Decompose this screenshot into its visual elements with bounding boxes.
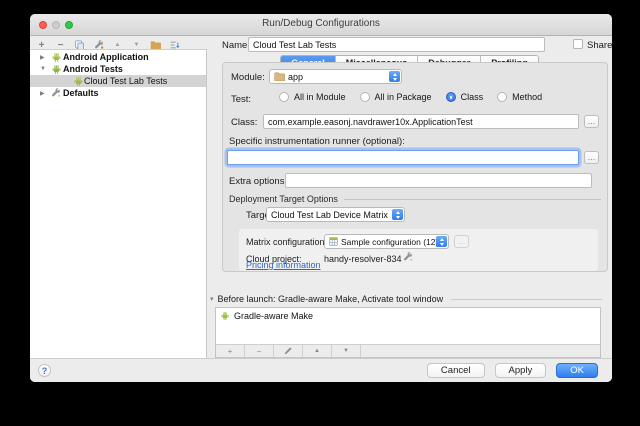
apply-button[interactable]: Apply <box>495 363 547 378</box>
class-browse-button[interactable]: … <box>584 115 599 128</box>
before-launch-header[interactable]: ▾ Before launch: Gradle-aware Make, Acti… <box>210 294 602 304</box>
radio-icon[interactable] <box>279 92 289 102</box>
runner-browse-button[interactable]: … <box>584 151 599 164</box>
ok-button[interactable]: OK <box>556 363 598 378</box>
remove-task-button[interactable]: − <box>245 345 274 357</box>
dialog-footer: ? Cancel Apply OK <box>30 358 612 382</box>
cloud-project-value: handy-resolver-834 <box>324 254 402 264</box>
collapse-icon[interactable]: ▾ <box>210 295 214 303</box>
before-launch-toolbar: + − ▲ ▼ <box>216 344 600 357</box>
expander-expanded-icon[interactable]: ▼ <box>40 66 48 72</box>
radio-icon[interactable] <box>497 92 507 102</box>
before-launch-divider <box>451 299 602 300</box>
move-task-up-icon[interactable]: ▲ <box>303 345 332 357</box>
expander-collapsed-icon[interactable]: ▶ <box>40 54 48 61</box>
cloud-project-settings-icon[interactable] <box>403 252 413 262</box>
wrench-icon <box>51 88 61 98</box>
window-title: Run/Debug Configurations <box>30 18 612 29</box>
section-divider <box>344 199 601 200</box>
runner-label: Specific instrumentation runner (optiona… <box>229 136 405 147</box>
general-tab-panel: Module: app Test: All in Module All in P… <box>222 62 608 272</box>
dropdown-stepper-icon[interactable] <box>389 71 400 82</box>
radio-all-in-module[interactable]: All in Module <box>279 92 346 102</box>
move-task-down-icon[interactable]: ▼ <box>332 345 361 357</box>
android-icon <box>220 311 230 321</box>
edit-task-icon[interactable] <box>274 345 303 357</box>
titlebar: Run/Debug Configurations <box>30 14 612 36</box>
configurations-tree: ▶ Android Application ▼ Android Tests Cl… <box>30 49 207 358</box>
runner-input[interactable] <box>227 150 579 165</box>
tree-item-defaults[interactable]: ▶ Defaults <box>30 87 206 99</box>
android-icon <box>73 76 84 87</box>
run-debug-configurations-dialog: Run/Debug Configurations + − ▲ ▼ ▶ Andro… <box>30 14 612 382</box>
before-launch-item[interactable]: Gradle-aware Make <box>216 308 600 321</box>
module-label: Module: <box>231 72 265 83</box>
tree-item-label: Android Tests <box>63 64 123 74</box>
deployment-target-options-section: Deployment Target Options <box>229 194 601 204</box>
add-task-button[interactable]: + <box>216 345 245 357</box>
module-folder-icon <box>274 72 285 81</box>
before-launch-list[interactable]: Gradle-aware Make <box>216 308 600 345</box>
cancel-button[interactable]: Cancel <box>427 363 485 378</box>
target-value: Cloud Test Lab Device Matrix <box>271 210 388 220</box>
tree-item-android-tests[interactable]: ▼ Android Tests <box>30 63 206 75</box>
expander-collapsed-icon[interactable]: ▶ <box>40 90 48 97</box>
share-checkbox[interactable] <box>573 39 583 49</box>
radio-label: Class <box>461 92 484 102</box>
footer-buttons: Cancel Apply OK <box>427 363 598 378</box>
target-dropdown[interactable]: Cloud Test Lab Device Matrix <box>266 207 405 222</box>
dropdown-stepper-icon[interactable] <box>392 209 403 220</box>
radio-class[interactable]: Class <box>446 92 484 102</box>
radio-selected-icon[interactable] <box>446 92 456 102</box>
android-icon <box>51 52 62 63</box>
section-label: Deployment Target Options <box>229 194 338 204</box>
class-input[interactable] <box>263 114 579 129</box>
radio-label: Method <box>512 92 542 102</box>
before-launch-item-label: Gradle-aware Make <box>234 311 313 321</box>
pricing-information-link[interactable]: Pricing information <box>246 260 321 270</box>
extra-options-input[interactable] <box>285 173 592 188</box>
android-icon <box>51 64 62 75</box>
before-launch-box: Gradle-aware Make + − ▲ ▼ <box>215 307 601 358</box>
test-label: Test: <box>231 94 251 105</box>
tree-item-label: Cloud Test Lab Tests <box>84 76 167 86</box>
tree-item-cloud-test-lab-tests[interactable]: Cloud Test Lab Tests <box>30 75 206 87</box>
module-value: app <box>288 72 303 82</box>
name-label: Name: <box>222 40 250 51</box>
matrix-browse-button-disabled: … <box>454 235 469 248</box>
help-button[interactable]: ? <box>38 364 51 377</box>
tree-item-label: Defaults <box>63 88 99 98</box>
share-label: Share <box>587 40 612 51</box>
name-input[interactable] <box>248 37 545 52</box>
matrix-configuration-dropdown[interactable]: Sample configuration (12) <box>324 234 449 249</box>
tree-item-label: Android Application <box>63 52 149 62</box>
extra-options-label: Extra options: <box>229 176 287 187</box>
dropdown-stepper-icon[interactable] <box>436 236 447 247</box>
radio-all-in-package[interactable]: All in Package <box>360 92 432 102</box>
tree-item-android-application[interactable]: ▶ Android Application <box>30 51 206 63</box>
matrix-configuration-label: Matrix configuration: <box>246 237 327 247</box>
matrix-config-icon <box>329 237 338 246</box>
radio-icon[interactable] <box>360 92 370 102</box>
radio-method[interactable]: Method <box>497 92 542 102</box>
module-dropdown[interactable]: app <box>269 69 402 84</box>
radio-label: All in Module <box>294 92 346 102</box>
before-launch-title: Before launch: Gradle-aware Make, Activa… <box>218 294 444 304</box>
class-label: Class: <box>231 117 257 128</box>
screenshot-stage: Run/Debug Configurations + − ▲ ▼ ▶ Andro… <box>0 0 640 426</box>
test-radio-group: All in Module All in Package Class Metho… <box>279 92 542 102</box>
matrix-config-value: Sample configuration (12) <box>341 237 438 247</box>
radio-label: All in Package <box>375 92 432 102</box>
